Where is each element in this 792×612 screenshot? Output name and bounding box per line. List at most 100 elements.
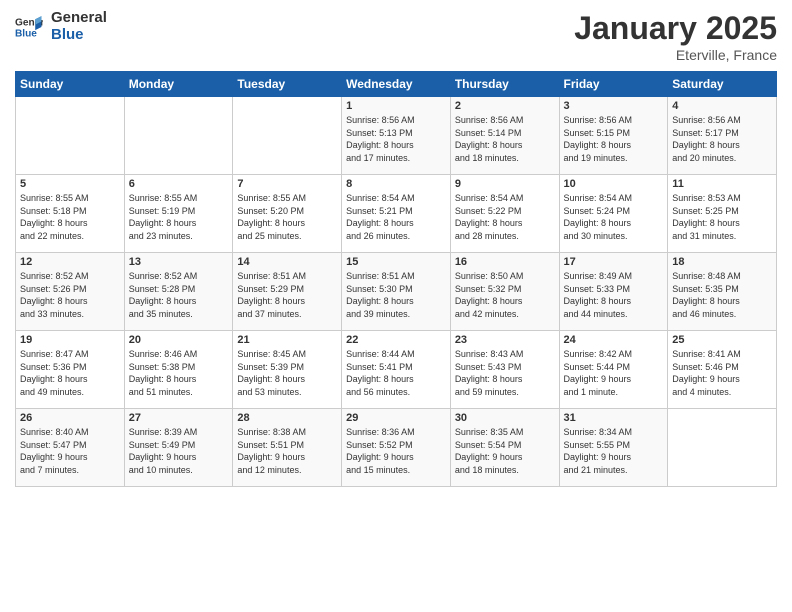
day-number: 16 (455, 256, 555, 268)
calendar-cell: 16Sunrise: 8:50 AM Sunset: 5:32 PM Dayli… (450, 253, 559, 331)
day-info: Sunrise: 8:43 AM Sunset: 5:43 PM Dayligh… (455, 348, 555, 398)
day-number: 23 (455, 334, 555, 346)
calendar-week-2: 5 Sunrise: 8:55 AM Sunset: 5:18 PM Daylig… (16, 175, 777, 253)
logo-icon: General Blue (15, 13, 43, 41)
calendar-cell: 27 Sunrise: 8:39 AM Sunset: 5:49 PM Dayli… (124, 409, 233, 487)
logo: General Blue General Blue (15, 10, 107, 43)
calendar-cell: 15 Sunrise: 8:51 AM Sunset: 5:30 PM Dayli… (342, 253, 451, 331)
calendar-cell: 17Sunrise: 8:49 AM Sunset: 5:33 PM Dayli… (559, 253, 668, 331)
day-info: Sunrise: 8:51 AM Sunset: 5:29 PM Dayligh… (237, 270, 337, 320)
header-sunday: Sunday (16, 72, 125, 97)
calendar-cell: 14 Sunrise: 8:51 AM Sunset: 5:29 PM Dayli… (233, 253, 342, 331)
calendar-cell: 7 Sunrise: 8:55 AM Sunset: 5:20 PM Daylig… (233, 175, 342, 253)
day-info: Sunrise: 8:48 AM Sunset: 5:35 PM Dayligh… (672, 270, 772, 320)
day-number: 13 (129, 256, 229, 268)
day-number: 14 (237, 256, 337, 268)
day-number: 7 (237, 178, 337, 190)
calendar: Sunday Monday Tuesday Wednesday Thursday… (15, 71, 777, 487)
logo-general: General (51, 10, 107, 27)
logo-blue: Blue (51, 27, 107, 44)
page: General Blue General Blue January 2025 E… (0, 0, 792, 612)
day-number: 9 (455, 178, 555, 190)
day-info: Sunrise: 8:52 AM Sunset: 5:28 PM Dayligh… (129, 270, 229, 320)
day-info: Sunrise: 8:42 AM Sunset: 5:44 PM Dayligh… (564, 348, 664, 398)
day-number: 26 (20, 412, 120, 424)
day-info: Sunrise: 8:56 AM Sunset: 5:17 PM Dayligh… (672, 114, 772, 164)
day-info: Sunrise: 8:55 AM Sunset: 5:18 PM Dayligh… (20, 192, 120, 242)
header-saturday: Saturday (668, 72, 777, 97)
calendar-week-1: 1Sunrise: 8:56 AM Sunset: 5:13 PM Daylig… (16, 97, 777, 175)
day-number: 15 (346, 256, 446, 268)
calendar-cell (233, 97, 342, 175)
calendar-cell: 2 Sunrise: 8:56 AM Sunset: 5:14 PM Daylig… (450, 97, 559, 175)
title-block: January 2025 Eterville, France (574, 10, 777, 63)
calendar-cell (124, 97, 233, 175)
day-info: Sunrise: 8:38 AM Sunset: 5:51 PM Dayligh… (237, 426, 337, 476)
calendar-cell: 28 Sunrise: 8:38 AM Sunset: 5:51 PM Dayli… (233, 409, 342, 487)
day-info: Sunrise: 8:46 AM Sunset: 5:38 PM Dayligh… (129, 348, 229, 398)
calendar-cell: 4 Sunrise: 8:56 AM Sunset: 5:17 PM Daylig… (668, 97, 777, 175)
day-info: Sunrise: 8:55 AM Sunset: 5:20 PM Dayligh… (237, 192, 337, 242)
calendar-cell: 6 Sunrise: 8:55 AM Sunset: 5:19 PM Daylig… (124, 175, 233, 253)
calendar-week-4: 19 Sunrise: 8:47 AM Sunset: 5:36 PM Dayli… (16, 331, 777, 409)
day-info: Sunrise: 8:53 AM Sunset: 5:25 PM Dayligh… (672, 192, 772, 242)
header-thursday: Thursday (450, 72, 559, 97)
day-info: Sunrise: 8:56 AM Sunset: 5:14 PM Dayligh… (455, 114, 555, 164)
calendar-cell: 10 Sunrise: 8:54 AM Sunset: 5:24 PM Dayli… (559, 175, 668, 253)
day-info: Sunrise: 8:44 AM Sunset: 5:41 PM Dayligh… (346, 348, 446, 398)
day-number: 6 (129, 178, 229, 190)
day-number: 4 (672, 100, 772, 112)
day-number: 28 (237, 412, 337, 424)
calendar-cell: 3 Sunrise: 8:56 AM Sunset: 5:15 PM Daylig… (559, 97, 668, 175)
calendar-week-3: 12 Sunrise: 8:52 AM Sunset: 5:26 PM Dayli… (16, 253, 777, 331)
calendar-cell: 23 Sunrise: 8:43 AM Sunset: 5:43 PM Dayli… (450, 331, 559, 409)
day-info: Sunrise: 8:40 AM Sunset: 5:47 PM Dayligh… (20, 426, 120, 476)
day-number: 18 (672, 256, 772, 268)
calendar-week-5: 26 Sunrise: 8:40 AM Sunset: 5:47 PM Dayli… (16, 409, 777, 487)
day-number: 29 (346, 412, 446, 424)
day-number: 11 (672, 178, 772, 190)
header-tuesday: Tuesday (233, 72, 342, 97)
calendar-cell: 30 Sunrise: 8:35 AM Sunset: 5:54 PM Dayli… (450, 409, 559, 487)
day-info: Sunrise: 8:35 AM Sunset: 5:54 PM Dayligh… (455, 426, 555, 476)
day-info: Sunrise: 8:55 AM Sunset: 5:19 PM Dayligh… (129, 192, 229, 242)
day-number: 12 (20, 256, 120, 268)
calendar-cell (668, 409, 777, 487)
calendar-cell: 29Sunrise: 8:36 AM Sunset: 5:52 PM Dayli… (342, 409, 451, 487)
day-number: 10 (564, 178, 664, 190)
calendar-cell: 12 Sunrise: 8:52 AM Sunset: 5:26 PM Dayli… (16, 253, 125, 331)
day-info: Sunrise: 8:56 AM Sunset: 5:15 PM Dayligh… (564, 114, 664, 164)
day-info: Sunrise: 8:54 AM Sunset: 5:24 PM Dayligh… (564, 192, 664, 242)
day-info: Sunrise: 8:52 AM Sunset: 5:26 PM Dayligh… (20, 270, 120, 320)
header-monday: Monday (124, 72, 233, 97)
header-friday: Friday (559, 72, 668, 97)
location: Eterville, France (574, 47, 777, 63)
svg-text:Blue: Blue (15, 28, 37, 39)
day-number: 3 (564, 100, 664, 112)
day-number: 19 (20, 334, 120, 346)
calendar-cell: 18 Sunrise: 8:48 AM Sunset: 5:35 PM Dayli… (668, 253, 777, 331)
day-info: Sunrise: 8:47 AM Sunset: 5:36 PM Dayligh… (20, 348, 120, 398)
day-number: 24 (564, 334, 664, 346)
day-number: 20 (129, 334, 229, 346)
day-info: Sunrise: 8:39 AM Sunset: 5:49 PM Dayligh… (129, 426, 229, 476)
day-number: 2 (455, 100, 555, 112)
day-number: 8 (346, 178, 446, 190)
calendar-cell: 5 Sunrise: 8:55 AM Sunset: 5:18 PM Daylig… (16, 175, 125, 253)
day-number: 25 (672, 334, 772, 346)
day-number: 5 (20, 178, 120, 190)
month-title: January 2025 (574, 10, 777, 47)
day-number: 27 (129, 412, 229, 424)
calendar-cell: 31Sunrise: 8:34 AM Sunset: 5:55 PM Dayli… (559, 409, 668, 487)
day-info: Sunrise: 8:45 AM Sunset: 5:39 PM Dayligh… (237, 348, 337, 398)
calendar-cell: 21 Sunrise: 8:45 AM Sunset: 5:39 PM Dayli… (233, 331, 342, 409)
day-number: 21 (237, 334, 337, 346)
header-wednesday: Wednesday (342, 72, 451, 97)
calendar-cell: 19 Sunrise: 8:47 AM Sunset: 5:36 PM Dayli… (16, 331, 125, 409)
calendar-cell: 11 Sunrise: 8:53 AM Sunset: 5:25 PM Dayli… (668, 175, 777, 253)
calendar-cell: 24 Sunrise: 8:42 AM Sunset: 5:44 PM Dayli… (559, 331, 668, 409)
day-number: 17 (564, 256, 664, 268)
calendar-cell: 8Sunrise: 8:54 AM Sunset: 5:21 PM Daylig… (342, 175, 451, 253)
day-number: 30 (455, 412, 555, 424)
day-info: Sunrise: 8:51 AM Sunset: 5:30 PM Dayligh… (346, 270, 446, 320)
